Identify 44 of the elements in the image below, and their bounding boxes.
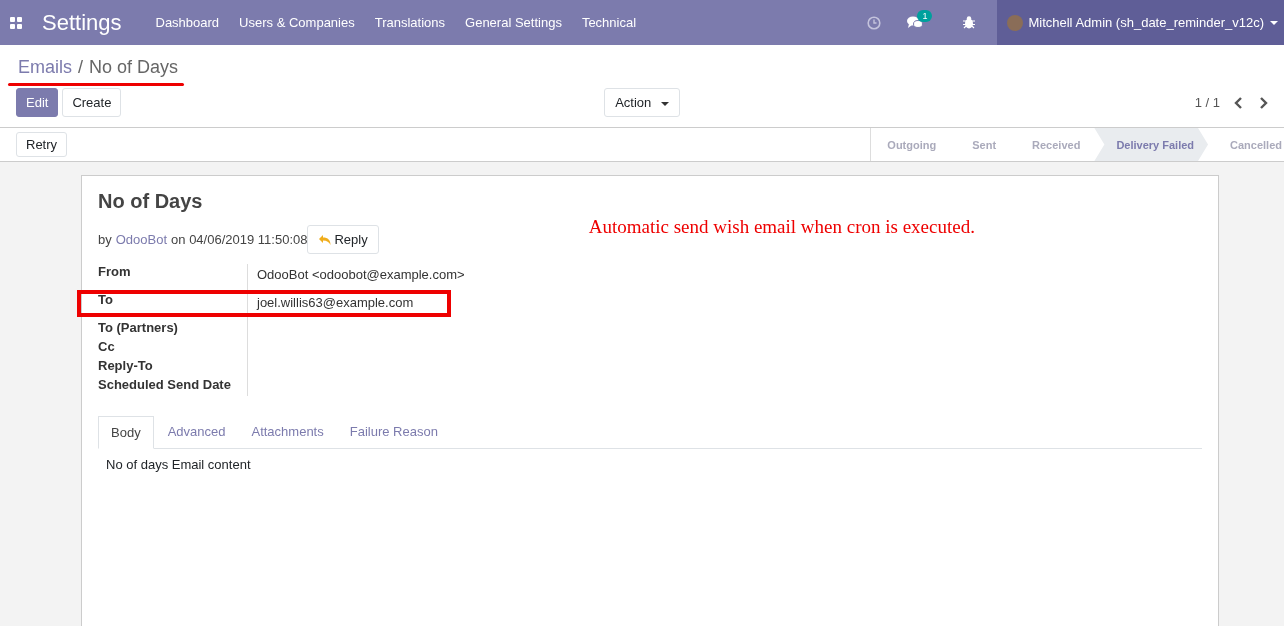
field-value: OdooBot <odoobot@example.com> (257, 267, 465, 282)
sent-date: on 04/06/2019 11:50:08 (171, 232, 308, 247)
tab[interactable]: Failure Reason (337, 416, 450, 448)
next-icon[interactable] (1258, 96, 1268, 109)
field-label: Cc (98, 339, 115, 354)
breadcrumb-current: No of Days (89, 57, 179, 78)
avatar-icon (1007, 14, 1024, 31)
menu-item[interactable]: Dashboard (145, 15, 230, 30)
retry-button[interactable]: Retry (16, 132, 68, 157)
message-count-badge: 1 (917, 9, 933, 22)
apps-menu-icon[interactable] (10, 16, 22, 29)
annotation-text: Automatic send wish email when cron is executed. (588, 216, 975, 239)
clock-icon[interactable] (867, 15, 882, 30)
bug-icon[interactable] (963, 16, 976, 29)
reply-arrow-icon (318, 233, 333, 246)
caret-icon (1270, 20, 1278, 25)
email-subject: No of Days (98, 190, 204, 213)
menu-item[interactable]: Technical (571, 15, 647, 30)
tab[interactable]: Attachments (239, 416, 336, 448)
menu-item[interactable]: General Settings (455, 15, 572, 30)
pager-value: 1 / 1 (1194, 95, 1220, 110)
field-value: joel.willis63@example.com (257, 295, 414, 310)
status-stage[interactable]: Delivery Failed (1094, 128, 1209, 161)
breadcrumb-link[interactable]: Emails (18, 57, 72, 78)
user-menu[interactable]: Mitchell Admin (sh_date_reminder_v12c) (997, 0, 1284, 45)
field-label: To (Partners) (98, 320, 178, 335)
menu-item[interactable]: Users & Companies (229, 15, 365, 30)
reply-button[interactable]: Reply (307, 225, 379, 254)
author-link[interactable]: OdooBot (115, 232, 168, 247)
tab[interactable]: Advanced (155, 416, 238, 448)
edit-button[interactable]: Edit (16, 88, 59, 117)
action-dropdown[interactable]: Action (604, 88, 680, 117)
menu-item[interactable]: Translations (364, 15, 456, 30)
field-label: From (98, 264, 131, 279)
field-label: Reply-To (98, 358, 153, 373)
author-prefix: by (98, 232, 112, 247)
breadcrumb-separator: / (78, 57, 84, 78)
field-label: Scheduled Send Date (98, 377, 231, 392)
tab[interactable]: Body (98, 416, 154, 449)
field-label: To (98, 292, 113, 307)
app-title: Settings (42, 9, 122, 36)
create-button[interactable]: Create (62, 88, 122, 117)
previous-icon[interactable] (1234, 96, 1244, 109)
email-body: No of days Email content (105, 456, 252, 474)
